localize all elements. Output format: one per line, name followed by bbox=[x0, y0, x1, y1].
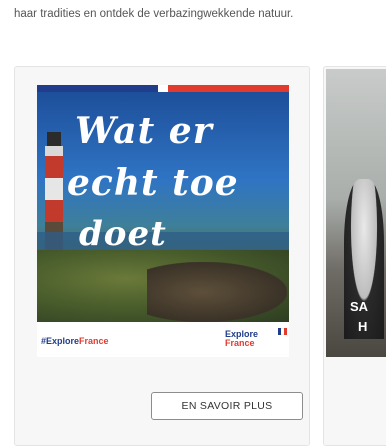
intro-text: haar tradities en ontdek de verbazingwek… bbox=[14, 8, 294, 20]
tricolor-strip bbox=[37, 85, 289, 92]
hashtag-part-1: #Explore bbox=[41, 336, 80, 346]
hashtag: #ExploreFrance bbox=[41, 336, 109, 346]
brand-logo: Explore France bbox=[225, 330, 258, 348]
overlay-line-1: SA bbox=[350, 299, 369, 314]
next-card-photo: SA H bbox=[326, 69, 386, 357]
poster-script: Wat er echt toe doet bbox=[37, 102, 289, 254]
promo-card-next[interactable]: SA H bbox=[323, 66, 386, 446]
hashtag-part-2: France bbox=[79, 336, 109, 346]
next-card-overlay-text: SA H bbox=[350, 297, 368, 337]
promo-card[interactable]: Wat er echt toe doet #ExploreFrance Expl… bbox=[14, 66, 310, 446]
poster-footer: #ExploreFrance Explore France bbox=[37, 322, 289, 357]
script-line-1: Wat er bbox=[75, 110, 213, 152]
en-savoir-plus-button[interactable]: EN SAVOIR PLUS bbox=[151, 392, 303, 420]
overlay-line-2: H bbox=[358, 319, 368, 334]
france-flag-icon bbox=[278, 328, 287, 335]
promo-poster[interactable]: Wat er echt toe doet #ExploreFrance Expl… bbox=[37, 85, 289, 357]
rocks-area bbox=[147, 262, 287, 322]
script-line-3: doet bbox=[79, 214, 167, 254]
brand-logo-part-2: France bbox=[225, 338, 255, 348]
script-line-2: echt toe bbox=[67, 162, 239, 204]
poster-photo: Wat er echt toe doet bbox=[37, 92, 289, 322]
